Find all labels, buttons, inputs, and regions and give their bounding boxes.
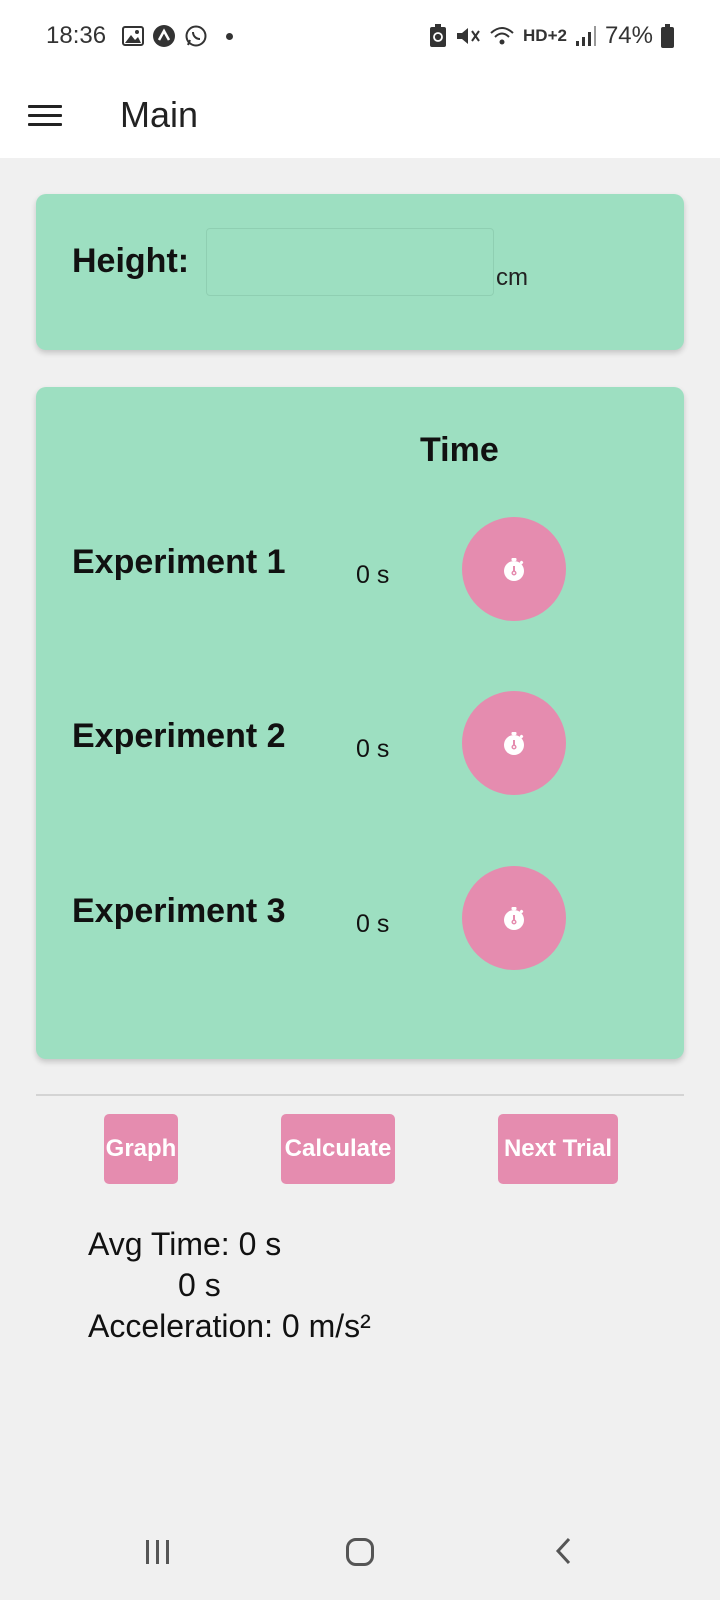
- timer-button-2[interactable]: [462, 691, 566, 795]
- status-right: HD+2 74%: [429, 22, 674, 50]
- secondary-time-text: 0 s: [178, 1267, 221, 1303]
- network-type: HD+2: [523, 26, 567, 45]
- app-bar: Main: [0, 74, 720, 158]
- graph-button[interactable]: Graph: [104, 1114, 178, 1184]
- status-bar: 18:36 HD+2 74%: [0, 0, 720, 74]
- height-card: Height: cm: [36, 194, 684, 350]
- mute-icon: [457, 28, 480, 44]
- experiment-row-2: Experiment 2 0 s: [36, 691, 684, 795]
- timer-button-3[interactable]: [462, 866, 566, 970]
- gallery-icon: [122, 26, 144, 46]
- experiment-label: Experiment 1: [72, 543, 286, 581]
- status-time: 18:36: [46, 22, 107, 49]
- timer-button-1[interactable]: [462, 517, 566, 621]
- stopwatch-icon: [504, 558, 524, 581]
- experiment-row-3: Experiment 3 0 s: [36, 866, 684, 970]
- system-nav-bar: [0, 1500, 720, 1600]
- battery-icon: [661, 24, 674, 48]
- home-icon[interactable]: [346, 1538, 374, 1566]
- page-title: Main: [120, 94, 199, 135]
- experiment-time: 0 s: [356, 910, 390, 938]
- next-trial-button[interactable]: Next Trial: [498, 1114, 618, 1184]
- stopwatch-icon: [504, 907, 524, 930]
- wifi-icon: [490, 27, 514, 45]
- divider: [36, 1094, 684, 1096]
- stopwatch-icon: [504, 732, 524, 755]
- height-unit: cm: [496, 264, 528, 291]
- whatsapp-icon: [185, 25, 207, 47]
- time-card: Time Experiment 1 0 s Experiment 2 0 s E…: [36, 387, 684, 1059]
- status-notification-icons: [122, 24, 233, 48]
- experiment-time: 0 s: [356, 735, 390, 763]
- experiment-row-1: Experiment 1 0 s: [36, 517, 684, 621]
- acceleration-text: Acceleration: 0 m/s²: [88, 1308, 371, 1344]
- experiment-label: Experiment 3: [72, 892, 286, 930]
- results: Avg Time: 0 s 0 s Acceleration: 0 m/s²: [88, 1224, 371, 1347]
- time-header: Time: [420, 431, 499, 469]
- recents-icon[interactable]: [146, 1540, 169, 1564]
- signal-icon: [575, 26, 596, 46]
- back-icon[interactable]: [554, 1536, 572, 1566]
- app-logo-icon: [153, 25, 175, 47]
- hamburger-menu-icon[interactable]: [28, 98, 62, 132]
- avg-time-text: Avg Time: 0 s: [88, 1226, 282, 1262]
- battery-saver-icon: [430, 24, 447, 47]
- more-notifications-dot: [226, 32, 233, 40]
- experiment-time: 0 s: [356, 561, 390, 589]
- height-label: Height:: [72, 242, 190, 280]
- height-input[interactable]: [206, 228, 494, 296]
- experiment-label: Experiment 2: [72, 717, 286, 755]
- calculate-button[interactable]: Calculate: [281, 1114, 395, 1184]
- battery-percent: 74%: [604, 22, 653, 49]
